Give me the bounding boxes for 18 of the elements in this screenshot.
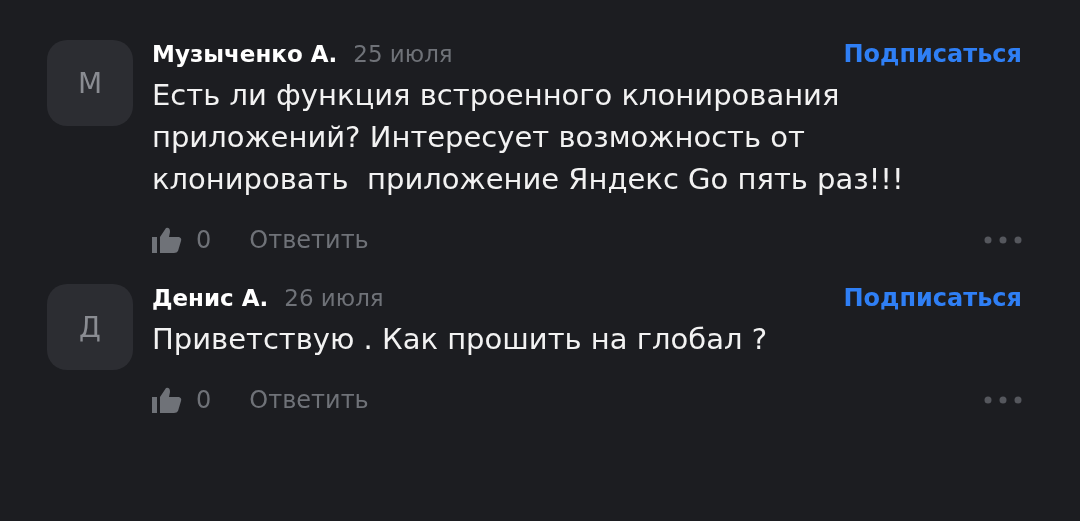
- like-count: 0: [196, 386, 212, 414]
- avatar: Д: [47, 284, 133, 370]
- comment-date: 26 июля: [284, 285, 384, 311]
- author-name: Денис А.: [152, 285, 269, 311]
- more-icon[interactable]: [984, 396, 1022, 404]
- like-count: 0: [196, 226, 212, 254]
- comment-text: Приветствую . Как прошить на глобал ?: [152, 321, 769, 358]
- reply-button[interactable]: Ответить: [249, 386, 369, 414]
- subscribe-link[interactable]: Подписаться: [843, 40, 1022, 68]
- thumbs-up-icon[interactable]: [152, 387, 182, 413]
- author-name: Музыченко А.: [152, 41, 338, 67]
- more-icon[interactable]: [984, 236, 1022, 244]
- comment-date: 25 июля: [353, 41, 453, 67]
- thumbs-up-icon[interactable]: [152, 227, 182, 253]
- subscribe-link[interactable]: Подписаться: [843, 284, 1022, 312]
- reply-button[interactable]: Ответить: [249, 226, 369, 254]
- avatar: М: [47, 40, 133, 126]
- comment-text: Есть ли функция встроенного клонирования приложений? Интересует возможность от клонировать приложение Яндекс Go пять раз!!!: [152, 77, 905, 198]
